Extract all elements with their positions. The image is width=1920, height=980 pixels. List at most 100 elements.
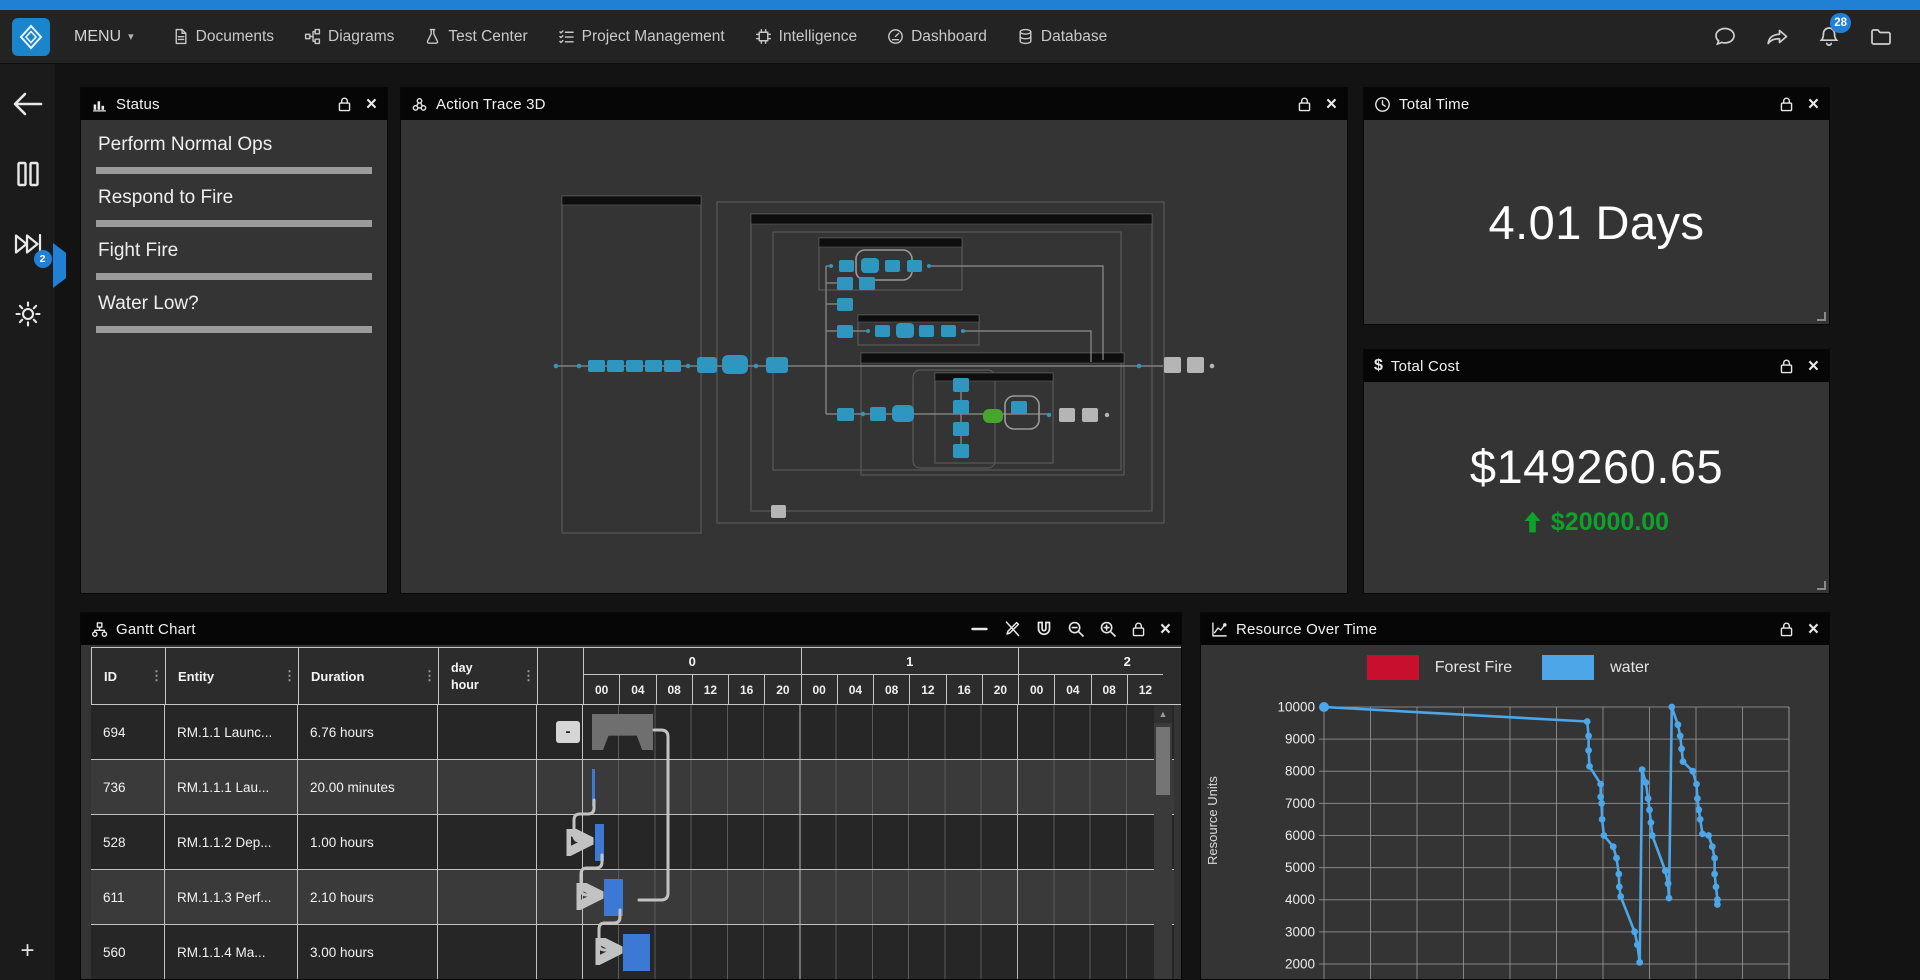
status-progress-bar — [96, 220, 372, 227]
action-trace-panel-header[interactable]: Action Trace 3D × — [401, 88, 1347, 120]
close-icon[interactable]: × — [1808, 357, 1819, 376]
fast-forward-button[interactable]: 2 — [8, 224, 48, 264]
sidebar: 2 + — [0, 64, 55, 980]
action-trace-diagram — [401, 120, 1347, 593]
collapse-button[interactable]: - — [556, 721, 580, 743]
gantt-row-694[interactable]: 694RM.1.1 Launc...6.76 hours- — [91, 705, 1174, 760]
share-button[interactable] — [1764, 24, 1790, 50]
lock-icon[interactable] — [1779, 358, 1794, 375]
zoom-in-icon[interactable] — [1099, 620, 1117, 638]
close-icon[interactable]: × — [366, 95, 377, 114]
menu-button[interactable]: MENU ▾ — [74, 28, 134, 46]
timeline-day-group: 1000408121620 — [802, 648, 1020, 704]
diagram-icon — [304, 28, 321, 45]
magnet-icon[interactable] — [1035, 620, 1053, 638]
gantt-task-bar[interactable] — [623, 934, 650, 971]
cell-entity: RM.1.1.4 Ma... — [165, 925, 298, 979]
column-header-id[interactable]: ID⋮ — [92, 648, 166, 704]
gantt-row-timeline — [582, 925, 1174, 979]
svg-text:2000: 2000 — [1285, 957, 1315, 972]
pause-button[interactable] — [8, 154, 48, 194]
dollar-icon: $ — [1374, 357, 1383, 375]
nav-item-intelligence[interactable]: Intelligence — [755, 28, 857, 46]
svg-text:4000: 4000 — [1285, 892, 1315, 907]
gantt-row-560[interactable]: 560RM.1.1.4 Ma...3.00 hours — [91, 925, 1174, 979]
chip-icon — [755, 28, 772, 45]
gantt-toolbar: × — [970, 620, 1171, 639]
gantt-panel-header[interactable]: Gantt Chart × — [81, 613, 1181, 645]
settings-button[interactable] — [8, 294, 48, 334]
svg-text:3000: 3000 — [1285, 924, 1315, 939]
add-button[interactable]: + — [0, 936, 55, 966]
no-draw-icon[interactable] — [1003, 620, 1021, 638]
cell-entity: RM.1.1 Launc... — [165, 705, 298, 759]
timeline-hour-label: 12 — [910, 675, 946, 704]
close-icon[interactable]: × — [1808, 620, 1819, 639]
gantt-scrollbar[interactable]: ▲ — [1154, 705, 1172, 979]
lock-icon[interactable] — [1779, 621, 1794, 638]
gantt-task-bar[interactable] — [595, 824, 604, 861]
resize-handle[interactable] — [1817, 312, 1826, 321]
scrollbar-thumb[interactable] — [1156, 727, 1170, 795]
status-progress-fill — [96, 326, 372, 333]
arrow-left-icon — [12, 90, 44, 118]
lock-icon[interactable] — [1297, 96, 1312, 113]
timeline-hour-label: 08 — [874, 675, 910, 704]
back-button[interactable] — [8, 84, 48, 124]
column-header-duration[interactable]: Duration⋮ — [299, 648, 439, 704]
lock-icon[interactable] — [1131, 621, 1146, 638]
gantt-row-528[interactable]: 528RM.1.1.2 Dep...1.00 hours — [91, 815, 1174, 870]
panel-title: Total Cost — [1391, 358, 1460, 375]
cell-spacer — [537, 760, 582, 814]
app-logo[interactable] — [12, 18, 50, 56]
total-cost-panel-header[interactable]: $ Total Cost × — [1364, 350, 1829, 382]
cell-id: 560 — [91, 925, 165, 979]
nav-item-test-center[interactable]: Test Center — [424, 28, 527, 46]
cell-spacer — [537, 925, 582, 979]
timeline-day-group: 2000408121620 — [1019, 648, 1163, 704]
timeline-day-label: 2 — [1019, 648, 1163, 675]
pause-icon — [15, 160, 41, 188]
gantt-task-bar[interactable] — [592, 769, 595, 806]
minus-icon[interactable] — [970, 621, 989, 637]
resource-panel-header[interactable]: Resource Over Time × — [1201, 613, 1829, 645]
zoom-out-icon[interactable] — [1067, 620, 1085, 638]
close-icon[interactable]: × — [1160, 620, 1171, 639]
gantt-table-header: ID⋮ Entity⋮ Duration⋮ day hour ⋮ 0000408… — [91, 647, 1181, 705]
timeline-hour-label: 04 — [620, 675, 656, 704]
cell-id: 736 — [91, 760, 165, 814]
resize-handle[interactable] — [1817, 581, 1826, 590]
cell-scale — [438, 870, 537, 924]
nav-items: Documents Diagrams Test Center Project Mana… — [172, 28, 1688, 46]
total-time-panel-header[interactable]: Total Time × — [1364, 88, 1829, 120]
linechart-icon — [1211, 621, 1228, 638]
action-trace-canvas[interactable] — [401, 120, 1347, 593]
timeline-hour-label: 00 — [584, 675, 620, 704]
cell-scale — [438, 925, 537, 979]
gantt-row-611[interactable]: 611RM.1.1.3 Perf...2.10 hours — [91, 870, 1174, 925]
folder-button[interactable] — [1868, 24, 1894, 50]
timeline-hour-label: 12 — [1128, 675, 1163, 704]
nav-item-diagrams[interactable]: Diagrams — [304, 28, 394, 46]
lock-icon[interactable] — [337, 96, 352, 113]
scroll-up-icon[interactable]: ▲ — [1154, 705, 1172, 723]
status-panel-header[interactable]: Status × — [81, 88, 387, 120]
lock-icon[interactable] — [1779, 96, 1794, 113]
bell-button[interactable]: 28 — [1816, 24, 1842, 50]
nav-item-documents[interactable]: Documents — [172, 28, 274, 46]
nav-item-database[interactable]: Database — [1017, 28, 1107, 46]
gantt-row-736[interactable]: 736RM.1.1.1 Lau...20.00 minutes — [91, 760, 1174, 815]
panel-resource: Resource Over Time × Forest Firewater 20… — [1200, 612, 1830, 980]
chat-button[interactable] — [1712, 24, 1738, 50]
nav-item-project-management[interactable]: Project Management — [558, 28, 725, 46]
gantt-task-bar[interactable] — [604, 879, 623, 916]
svg-text:6000: 6000 — [1285, 828, 1315, 843]
nav-item-label: Documents — [196, 28, 274, 46]
cost-delta-value: $20000.00 — [1551, 508, 1669, 537]
column-header-entity[interactable]: Entity⋮ — [166, 648, 299, 704]
close-icon[interactable]: × — [1808, 95, 1819, 114]
column-header-scale[interactable]: day hour ⋮ — [439, 648, 538, 704]
close-icon[interactable]: × — [1326, 95, 1337, 114]
nav-item-dashboard[interactable]: Dashboard — [887, 28, 987, 46]
drawer-handle[interactable] — [53, 243, 66, 288]
